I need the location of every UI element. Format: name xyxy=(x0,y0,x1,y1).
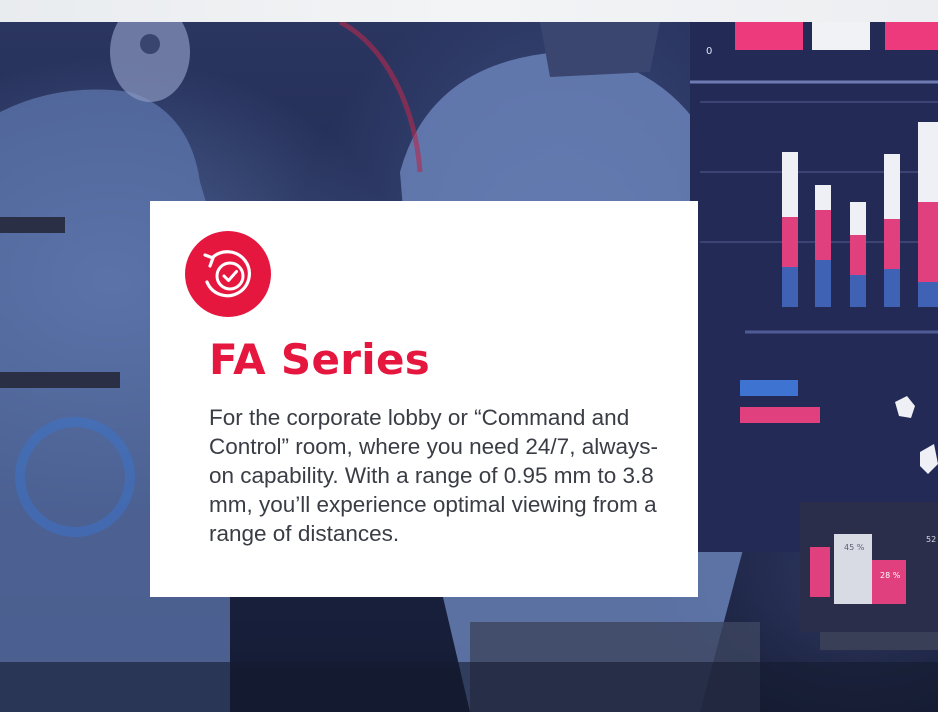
screen-label-45: 45 % xyxy=(844,543,865,552)
card-description: For the corporate lobby or “Command and … xyxy=(209,405,658,546)
screen-label-28: 28 % xyxy=(880,571,901,580)
check-cycle-icon xyxy=(185,231,271,317)
top-strip xyxy=(0,0,938,22)
screen-label-0: 0 xyxy=(706,46,712,57)
fa-series-card: FA Series For the corporate lobby or “Co… xyxy=(150,201,698,597)
card-title: FA Series xyxy=(209,335,431,384)
screen-label-52: 52 xyxy=(926,535,936,544)
